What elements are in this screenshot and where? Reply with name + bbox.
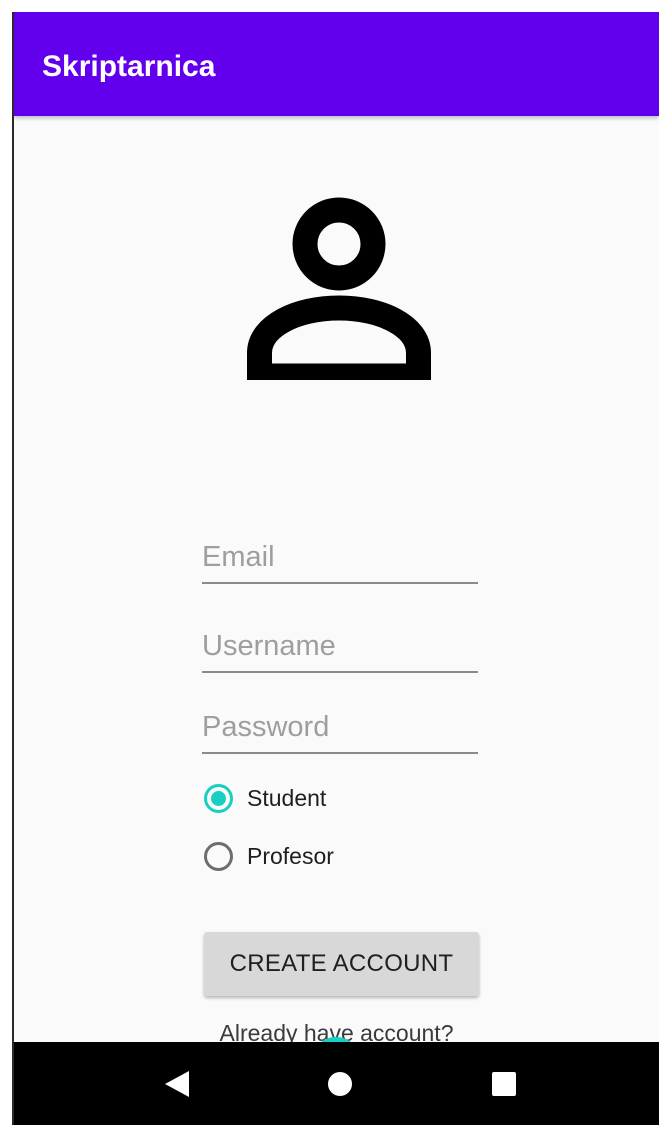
app-title: Skriptarnica bbox=[42, 50, 216, 83]
app-screen: Skriptarnica Student Profesor bbox=[12, 12, 659, 1125]
radio-profesor-label: Profesor bbox=[247, 842, 334, 869]
create-account-button[interactable]: CREATE ACCOUNT bbox=[204, 932, 479, 996]
app-bar: Skriptarnica bbox=[14, 12, 659, 116]
device-frame: Skriptarnica Student Profesor bbox=[0, 0, 659, 1125]
navigation-bar bbox=[14, 1042, 659, 1125]
radio-student-label: Student bbox=[247, 784, 327, 811]
home-circle-icon[interactable] bbox=[318, 1062, 362, 1106]
email-field[interactable] bbox=[202, 532, 478, 582]
password-field[interactable] bbox=[202, 702, 478, 752]
radio-checked-icon[interactable] bbox=[204, 783, 233, 813]
radio-unchecked-icon[interactable] bbox=[204, 841, 233, 871]
radio-dot bbox=[211, 790, 226, 806]
email-field-wrapper bbox=[202, 532, 478, 584]
username-field[interactable] bbox=[202, 621, 478, 671]
person-outline-icon bbox=[247, 196, 431, 389]
recents-square-icon[interactable] bbox=[482, 1062, 526, 1106]
password-field-wrapper bbox=[202, 702, 478, 754]
radio-student[interactable]: Student bbox=[204, 778, 326, 818]
username-field-wrapper bbox=[202, 621, 478, 673]
radio-profesor[interactable]: Profesor bbox=[204, 836, 334, 876]
back-triangle-icon[interactable] bbox=[155, 1062, 199, 1106]
